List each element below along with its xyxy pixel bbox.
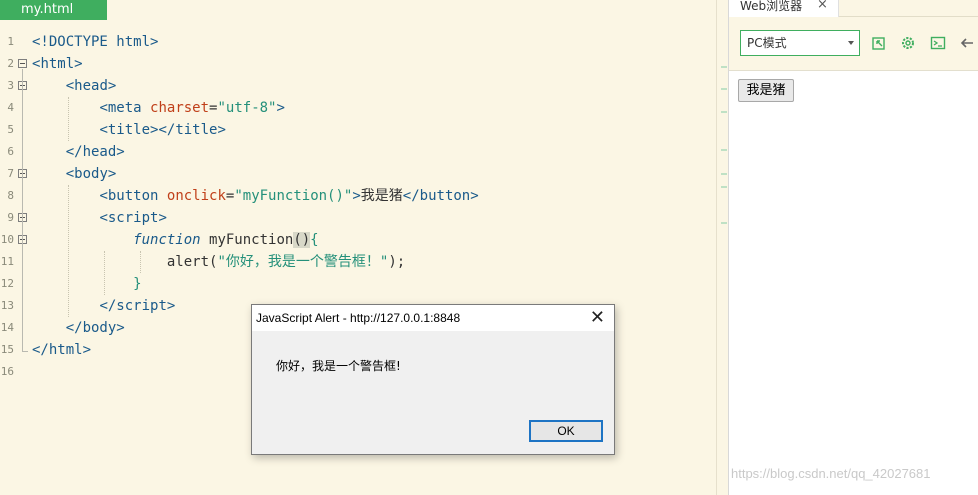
ruler-mark bbox=[721, 149, 727, 151]
code-line-15: </html> bbox=[32, 342, 92, 358]
tag-token: script bbox=[107, 210, 159, 226]
line-number: 2 bbox=[7, 57, 14, 70]
function-call-token: alert bbox=[166, 254, 210, 270]
browser-tab-label: Web浏览器 bbox=[740, 0, 803, 13]
tag-token: title bbox=[107, 122, 151, 138]
tag-token: meta bbox=[107, 100, 142, 116]
file-tab-label: my.html bbox=[21, 2, 74, 17]
external-link-icon[interactable] bbox=[871, 35, 887, 51]
tag-token: html bbox=[40, 56, 75, 72]
line-number: 14 bbox=[0, 321, 14, 334]
code-line-12: } bbox=[133, 276, 142, 292]
tag-token: title bbox=[175, 122, 218, 138]
overview-ruler[interactable] bbox=[716, 0, 728, 495]
file-tab[interactable]: my.html bbox=[0, 0, 107, 20]
browser-tab-bar: Web浏览器 × bbox=[729, 0, 978, 17]
gear-icon[interactable] bbox=[900, 35, 916, 51]
ruler-mark bbox=[721, 186, 727, 188]
keyword-token: function bbox=[133, 232, 201, 248]
ok-button[interactable]: OK bbox=[529, 420, 603, 442]
dialog-title-bar: JavaScript Alert - http://127.0.0.1:8848… bbox=[252, 305, 614, 331]
tag-token: button bbox=[419, 188, 471, 204]
javascript-alert-dialog: JavaScript Alert - http://127.0.0.1:8848… bbox=[251, 304, 615, 455]
code-line-5: <title></title> bbox=[99, 122, 226, 138]
close-icon[interactable]: × bbox=[817, 0, 828, 11]
code-line-1: <!DOCTYPE html> bbox=[32, 31, 158, 53]
code-line-9: <script> bbox=[99, 210, 167, 226]
code-line-4: <meta charset="utf-8"> bbox=[99, 100, 285, 116]
code-line-7: <body> bbox=[65, 166, 117, 182]
line-number: 13 bbox=[0, 299, 14, 312]
tag-token: script bbox=[116, 298, 167, 314]
line-number: 9 bbox=[7, 211, 14, 224]
line-number: 7 bbox=[7, 167, 14, 180]
line-number: 5 bbox=[7, 123, 14, 136]
tag-token: head bbox=[74, 78, 108, 94]
line-number: 3 bbox=[7, 79, 14, 92]
code-line-10: function myFunction(){ bbox=[133, 232, 319, 248]
tag-token: head bbox=[82, 144, 117, 160]
browser-toolbar: PC模式 bbox=[729, 17, 978, 71]
close-icon[interactable]: ✕ bbox=[590, 305, 605, 331]
ruler-mark bbox=[721, 66, 727, 68]
string-token: "utf-8" bbox=[217, 100, 277, 116]
terminal-icon[interactable] bbox=[930, 35, 946, 51]
doctype-token: <!DOCTYPE html> bbox=[32, 34, 159, 50]
code-line-11: alert("你好，我是一个警告框！"); bbox=[166, 254, 406, 270]
line-number: 16 bbox=[0, 365, 14, 378]
web-browser-panel: Web浏览器 × PC模式 我是猪 https://blog.csdn.net/… bbox=[728, 0, 978, 495]
device-mode-select[interactable]: PC模式 bbox=[740, 30, 860, 56]
tag-token: button bbox=[107, 188, 159, 204]
line-number: 4 bbox=[7, 101, 14, 114]
line-number: 8 bbox=[7, 189, 14, 202]
ruler-mark bbox=[721, 111, 727, 113]
tag-token: body bbox=[82, 320, 117, 336]
dialog-message: 你好，我是一个警告框! bbox=[276, 359, 401, 373]
string-token: "你好，我是一个警告框！" bbox=[217, 254, 389, 270]
browser-tab[interactable]: Web浏览器 × bbox=[729, 0, 839, 17]
line-number: 1 bbox=[7, 35, 14, 48]
attr-token: charset bbox=[150, 100, 210, 116]
fold-toggle-icon[interactable] bbox=[18, 59, 27, 68]
string-token: "myFunction()" bbox=[234, 188, 353, 204]
code-line-2: <html> bbox=[32, 56, 83, 72]
function-name-token: myFunction bbox=[200, 232, 294, 248]
line-number: 6 bbox=[7, 145, 14, 158]
watermark-text: https://blog.csdn.net/qq_42027681 bbox=[731, 466, 931, 481]
rendered-page-button[interactable]: 我是猪 bbox=[738, 79, 794, 102]
fold-guide-end bbox=[22, 351, 28, 352]
dialog-title: JavaScript Alert - http://127.0.0.1:8848 bbox=[256, 311, 461, 325]
chevron-down-icon bbox=[848, 41, 854, 45]
ruler-mark bbox=[721, 173, 727, 175]
attr-token: onclick bbox=[166, 188, 226, 204]
code-line-13: </script> bbox=[99, 298, 176, 314]
line-number: 12 bbox=[0, 277, 14, 290]
tag-token: html bbox=[48, 342, 83, 358]
code-line-3: <head> bbox=[65, 78, 117, 94]
fold-guide bbox=[22, 69, 23, 351]
line-number: 11 bbox=[0, 255, 14, 268]
device-mode-value: PC模式 bbox=[747, 36, 787, 50]
ruler-mark bbox=[721, 222, 727, 224]
code-line-6: </head> bbox=[65, 144, 125, 160]
back-arrow-icon[interactable] bbox=[959, 35, 975, 51]
text-token: 我是猪 bbox=[360, 188, 403, 204]
line-number: 10 bbox=[0, 233, 14, 246]
ruler-mark bbox=[721, 88, 727, 90]
line-number: 15 bbox=[0, 343, 14, 356]
code-line-8: <button onclick="myFunction()">我是猪</butt… bbox=[99, 188, 479, 204]
tag-token: body bbox=[74, 166, 108, 182]
code-line-14: </body> bbox=[65, 320, 125, 336]
